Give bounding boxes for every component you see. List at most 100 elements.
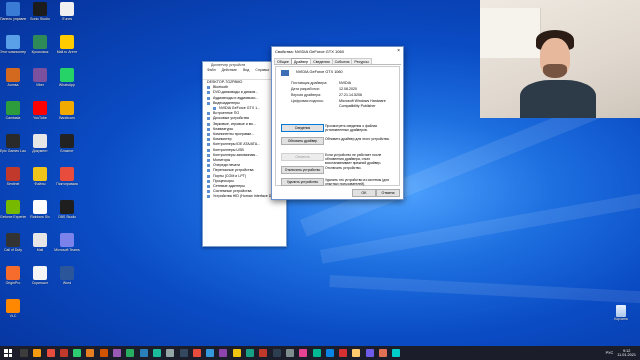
tab-resources[interactable]: Ресурсы: [351, 58, 372, 64]
desktop-icon-label: Sentinel: [6, 182, 20, 186]
desktop-icon[interactable]: VLC: [0, 299, 26, 318]
driver-action-button[interactable]: Отключить устройство: [281, 166, 324, 174]
tree-item-label: Аудиовходы и аудиовыхо...: [213, 95, 259, 100]
taskbar-app-icon[interactable]: [59, 349, 68, 357]
display-adapter-icon: [281, 70, 289, 76]
desktop-icon[interactable]: Sonic Studio: [27, 2, 53, 21]
taskbar-app-icon[interactable]: [246, 349, 255, 357]
desktop-icon[interactable]: OBS Studio: [54, 200, 80, 219]
driver-action-description: Обновить драйвер для этого устройства.: [325, 137, 390, 141]
tab-events[interactable]: События: [331, 58, 353, 64]
taskbar-app-icon[interactable]: [179, 349, 188, 357]
taskbar-app-icon[interactable]: [206, 349, 215, 357]
taskbar-app-icon[interactable]: [392, 349, 401, 357]
close-icon[interactable]: ×: [397, 47, 400, 56]
dialog-tabs: Общие Драйвер Сведения События Ресурсы: [274, 58, 401, 65]
start-button[interactable]: [4, 349, 12, 357]
desktop-icon[interactable]: Aumsa: [0, 68, 26, 87]
app-icon: [6, 2, 20, 16]
taskbar-app-icon[interactable]: [352, 349, 361, 357]
app-icon: [6, 134, 20, 148]
desktop-icon[interactable]: Call of Duty: [0, 233, 26, 252]
menu-view[interactable]: Вид: [243, 68, 249, 73]
language-indicator[interactable]: РУС: [606, 351, 614, 355]
desktop-icon[interactable]: YouTube: [27, 101, 53, 120]
clock[interactable]: 9:12 11.01.2021: [617, 349, 636, 358]
driver-property-row: Версия драйвера: 27.21.14.5206: [291, 93, 391, 98]
desktop-icon[interactable]: OriginPro: [0, 266, 26, 285]
app-icon: [6, 68, 20, 82]
recycle-bin[interactable]: Корзина: [608, 305, 634, 321]
webcam-shelf: [480, 8, 541, 58]
device-category-icon: [207, 127, 210, 131]
desktop-icon[interactable]: Кроссовок: [27, 35, 53, 54]
taskbar-app-icon[interactable]: [33, 349, 42, 357]
driver-action-button[interactable]: Обновить драйвер: [281, 137, 324, 145]
desktop-icon[interactable]: Документ: [27, 134, 53, 153]
driver-action-button[interactable]: Сведения: [281, 124, 324, 132]
tab-details[interactable]: Сведения: [310, 58, 333, 64]
taskbar-app-icon[interactable]: [152, 349, 161, 357]
device-category-icon: [207, 112, 210, 116]
taskbar-app-icon[interactable]: [139, 349, 148, 357]
desktop-icon[interactable]: Mail: [27, 233, 53, 252]
desktop-icon[interactable]: Панель управления: [0, 2, 26, 21]
taskbar-app-icon[interactable]: [126, 349, 135, 357]
webcam-person-body: [520, 80, 596, 118]
taskbar-app-icon[interactable]: [285, 349, 294, 357]
menu-help[interactable]: Справка: [255, 68, 269, 73]
taskbar-app-icon[interactable]: [379, 349, 388, 357]
desktop-icon-label: Mail: [36, 248, 44, 252]
desktop-icon[interactable]: Скриншот: [27, 266, 53, 285]
taskbar-app-icon[interactable]: [232, 349, 241, 357]
taskbar-app-icon[interactable]: [365, 349, 374, 357]
desktop-icon[interactable]: Camtasia: [0, 101, 26, 120]
taskbar-app-icon[interactable]: [259, 349, 268, 357]
driver-action-button[interactable]: Удалить устройство: [281, 178, 324, 186]
driver-action-button[interactable]: Откатить: [281, 153, 324, 161]
desktop-icon[interactable]: Viber: [27, 68, 53, 87]
desktop-icon[interactable]: Rainbow Six: [27, 200, 53, 219]
ok-button[interactable]: OK: [352, 189, 376, 197]
desktop-icon[interactable]: Файлы: [27, 167, 53, 186]
taskbar-app-icon[interactable]: [339, 349, 348, 357]
taskbar-app-icon[interactable]: [73, 349, 82, 357]
taskbar-app-icon[interactable]: [219, 349, 228, 357]
cancel-button[interactable]: Отмена: [376, 189, 400, 197]
desktop-icon[interactable]: Этот компьютер: [0, 35, 26, 54]
taskbar-app-icon[interactable]: [272, 349, 281, 357]
taskbar-app-icon[interactable]: [86, 349, 95, 357]
device-category-icon: [207, 169, 210, 173]
menu-file[interactable]: Файл: [207, 68, 216, 73]
desktop-icon[interactable]: Word: [54, 266, 80, 285]
taskbar-app-icon[interactable]: [312, 349, 321, 357]
driver-action-description: Отключить устройство.: [325, 166, 362, 170]
taskbar-app-icon[interactable]: [299, 349, 308, 357]
tree-item-label: Компьютер: [213, 137, 232, 142]
desktop-icon[interactable]: Bandicam: [54, 101, 80, 120]
tab-driver[interactable]: Драйвер: [290, 58, 312, 64]
desktop-icon[interactable]: Epic Games Launcher: [0, 134, 26, 153]
properties-dialog[interactable]: Свойства: NVIDIA GeForce GTX 1060 × Общи…: [271, 46, 404, 200]
menu-action[interactable]: Действие: [222, 68, 237, 73]
taskbar-app-icon[interactable]: [46, 349, 55, 357]
tab-general[interactable]: Общие: [274, 58, 292, 64]
desktop-icon-label: Word: [62, 281, 72, 285]
taskbar-app-icon[interactable]: [113, 349, 122, 357]
taskbar-app-icon[interactable]: [99, 349, 108, 357]
desktop-icon[interactable]: Mail.ru Агент: [54, 35, 80, 54]
desktop-icon-label: YouTube: [33, 116, 47, 120]
desktop-icon[interactable]: Пиктограмма: [54, 167, 80, 186]
taskbar-app-icon[interactable]: [192, 349, 201, 357]
taskbar-app-icon[interactable]: [166, 349, 175, 357]
property-value: NVIDIA: [339, 81, 351, 85]
desktop-icon[interactable]: Блокнот: [54, 134, 80, 153]
desktop-icon[interactable]: WhatsApp: [54, 68, 80, 87]
tree-item-label: NVIDIA GeForce GTX 1...: [219, 106, 261, 111]
desktop-icon[interactable]: Geforce Experience: [0, 200, 26, 219]
desktop-icon[interactable]: iTunes: [54, 2, 80, 21]
taskbar-app-icon[interactable]: [325, 349, 334, 357]
desktop-icon[interactable]: Microsoft Teams: [54, 233, 80, 252]
taskbar-app-icon[interactable]: [20, 349, 28, 357]
desktop-icon[interactable]: Sentinel: [0, 167, 26, 186]
